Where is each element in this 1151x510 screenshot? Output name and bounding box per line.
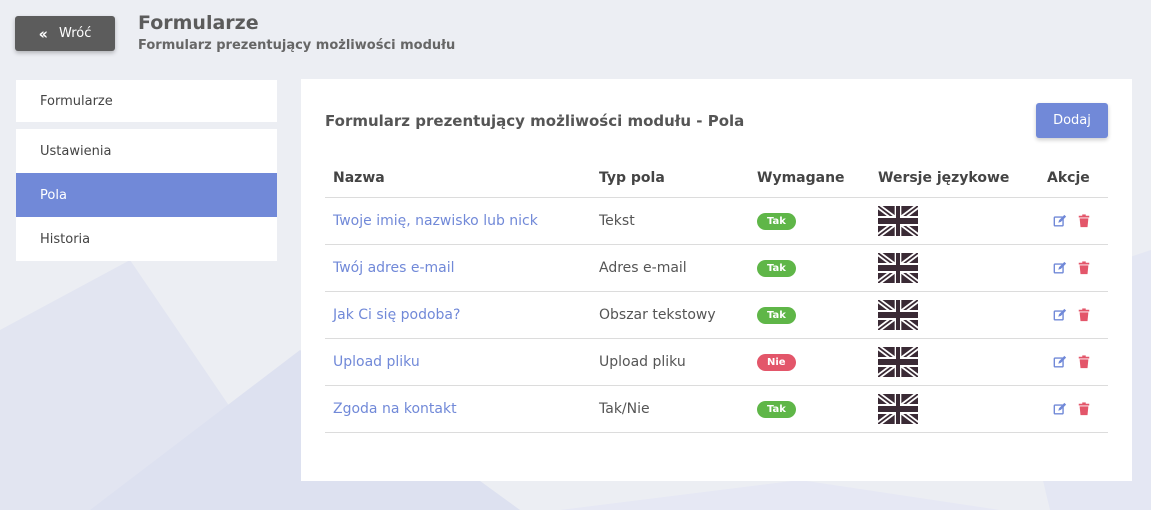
field-name-cell: Jak Ci się podoba? — [325, 291, 591, 339]
field-type-cell: Tekst — [591, 197, 749, 245]
row-actions — [1047, 213, 1108, 228]
field-name-link[interactable]: Zgoda na kontakt — [333, 401, 457, 417]
sidebar-item-label: Formularze — [40, 93, 113, 109]
panel-title: Formularz prezentujący możliwości modułu… — [325, 112, 745, 130]
table-row: Twój adres e-mail Adres e-mail Tak — [325, 244, 1108, 292]
trash-icon[interactable] — [1077, 307, 1091, 322]
field-name-cell: Upload pliku — [325, 338, 591, 386]
actions-cell — [1039, 385, 1108, 433]
sidebar: Formularze Ustawienia Pola Historia — [16, 80, 277, 261]
back-button-label: Wróć — [58, 26, 92, 41]
required-badge: Nie — [757, 353, 796, 371]
required-badge: Tak — [757, 400, 796, 418]
edit-icon[interactable] — [1053, 214, 1067, 228]
required-badge: Tak — [757, 306, 796, 324]
uk-flag-icon[interactable] — [878, 346, 918, 377]
column-header-actions: Akcje — [1039, 159, 1108, 198]
edit-icon[interactable] — [1053, 402, 1067, 416]
field-type-cell: Adres e-mail — [591, 244, 749, 292]
table-row: Upload pliku Upload pliku Nie — [325, 338, 1108, 386]
table-row: Zgoda na kontakt Tak/Nie Tak — [325, 385, 1108, 433]
uk-flag-icon[interactable] — [878, 252, 918, 283]
required-cell: Tak — [749, 291, 870, 339]
actions-cell — [1039, 244, 1108, 292]
row-actions — [1047, 307, 1108, 322]
sidebar-item-pola[interactable]: Pola — [16, 173, 277, 217]
back-button[interactable]: ‹‹ Wróć — [15, 16, 115, 51]
table-row: Jak Ci się podoba? Obszar tekstowy Tak — [325, 291, 1108, 339]
row-actions — [1047, 401, 1108, 416]
actions-cell — [1039, 291, 1108, 339]
required-cell: Tak — [749, 244, 870, 292]
required-cell: Tak — [749, 197, 870, 245]
field-type-cell: Obszar tekstowy — [591, 291, 749, 339]
column-header-type: Typ pola — [591, 159, 749, 198]
edit-icon[interactable] — [1053, 308, 1067, 322]
uk-flag-icon[interactable] — [878, 393, 918, 424]
field-type-cell: Tak/Nie — [591, 385, 749, 433]
add-field-button[interactable]: Dodaj — [1036, 103, 1108, 138]
required-cell: Nie — [749, 338, 870, 386]
edit-icon[interactable] — [1053, 355, 1067, 369]
edit-icon[interactable] — [1053, 261, 1067, 275]
field-name-cell: Twoje imię, nazwisko lub nick — [325, 197, 591, 245]
fields-table: Nazwa Typ pola Wymagane Wersje językowe … — [325, 159, 1108, 433]
page-subtitle: Formularz prezentujący możliwości modułu — [138, 38, 456, 53]
table-header-row: Nazwa Typ pola Wymagane Wersje językowe … — [325, 159, 1108, 198]
double-chevron-left-icon: ‹‹ — [38, 24, 49, 43]
required-cell: Tak — [749, 385, 870, 433]
field-name-link[interactable]: Twoje imię, nazwisko lub nick — [333, 213, 538, 229]
sidebar-item-label: Historia — [40, 231, 91, 247]
field-name-link[interactable]: Upload pliku — [333, 354, 420, 370]
required-badge: Tak — [757, 212, 796, 230]
row-actions — [1047, 260, 1108, 275]
languages-cell — [870, 197, 1039, 245]
trash-icon[interactable] — [1077, 354, 1091, 369]
sidebar-item-label: Pola — [40, 187, 67, 203]
column-header-name: Nazwa — [325, 159, 591, 198]
field-name-link[interactable]: Twój adres e-mail — [333, 260, 455, 276]
sidebar-item-historia[interactable]: Historia — [16, 217, 277, 261]
field-type-cell: Upload pliku — [591, 338, 749, 386]
languages-cell — [870, 385, 1039, 433]
trash-icon[interactable] — [1077, 213, 1091, 228]
trash-icon[interactable] — [1077, 401, 1091, 416]
column-header-required: Wymagane — [749, 159, 870, 198]
uk-flag-icon[interactable] — [878, 299, 918, 330]
field-name-link[interactable]: Jak Ci się podoba? — [333, 307, 460, 323]
row-actions — [1047, 354, 1108, 369]
field-name-cell: Twój adres e-mail — [325, 244, 591, 292]
column-header-languages: Wersje językowe — [870, 159, 1039, 198]
field-name-cell: Zgoda na kontakt — [325, 385, 591, 433]
page-title: Formularze — [138, 12, 259, 34]
trash-icon[interactable] — [1077, 260, 1091, 275]
sidebar-item-formularze[interactable]: Formularze — [16, 80, 277, 122]
actions-cell — [1039, 197, 1108, 245]
table-row: Twoje imię, nazwisko lub nick Tekst Tak — [325, 197, 1108, 245]
fields-panel: Formularz prezentujący możliwości modułu… — [301, 79, 1132, 481]
required-badge: Tak — [757, 259, 796, 277]
languages-cell — [870, 244, 1039, 292]
sidebar-item-ustawienia[interactable]: Ustawienia — [16, 129, 277, 173]
actions-cell — [1039, 338, 1108, 386]
languages-cell — [870, 291, 1039, 339]
sidebar-item-label: Ustawienia — [40, 143, 112, 159]
languages-cell — [870, 338, 1039, 386]
uk-flag-icon[interactable] — [878, 205, 918, 236]
